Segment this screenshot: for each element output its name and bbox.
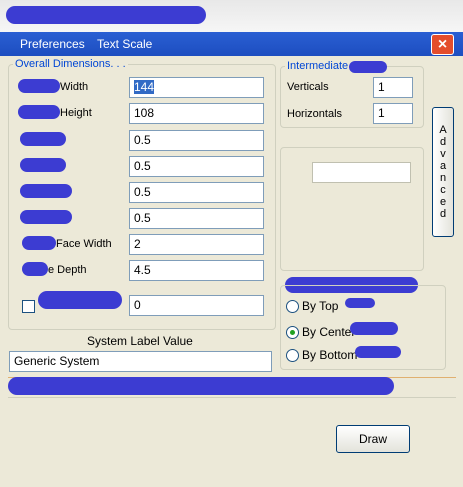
redaction [20,158,66,172]
redaction [20,184,72,198]
redaction [349,61,387,73]
field6-input[interactable]: 0.5 [129,208,264,229]
advanced-letter: d [439,208,447,220]
horizontals-input[interactable]: 1 [373,103,413,124]
by-center-radio[interactable] [286,326,299,339]
advanced-button[interactable]: A d v a n c e d [432,107,454,237]
face-width-input[interactable]: 2 [129,234,264,255]
advanced-letter: c [440,184,446,196]
advanced-letter: v [440,148,446,160]
horizontals-label: Horizontals [287,108,343,120]
redacted-title [6,6,206,24]
menu-preferences[interactable]: Preferences [20,37,85,51]
draw-button[interactable]: Draw [336,425,410,453]
field3-input[interactable]: 0.5 [129,130,264,151]
redaction [22,236,56,250]
field4-input[interactable]: 0.5 [129,156,264,177]
menu-bar: Preferences Text Scale [0,32,463,56]
height-label: Height [60,107,92,119]
verticals-input[interactable]: 1 [373,77,413,98]
intermediate-legend: Intermediate [285,60,351,72]
checkbox-value-input[interactable]: 0 [129,295,264,316]
depth-input[interactable]: 4.5 [129,260,264,281]
redaction [38,291,122,309]
by-top-label[interactable]: By Top [302,299,338,313]
by-center-label[interactable]: By Center [302,325,355,339]
face-width-label: Face Width [56,238,112,250]
redaction [22,262,48,276]
overall-dimensions-legend: Overall Dimensions. . . [13,58,128,70]
depth-label: e Depth [48,264,87,276]
close-button[interactable]: × [431,34,454,55]
field5-input[interactable]: 0.5 [129,182,264,203]
advanced-letter: A [439,124,447,136]
by-bottom-radio[interactable] [286,349,299,362]
middle-input[interactable] [312,162,411,183]
redaction [20,210,72,224]
advanced-letter: e [439,196,447,208]
advanced-letter: d [439,136,447,148]
advanced-letter: a [439,160,447,172]
redaction [18,105,60,119]
redaction [8,377,394,395]
width-input[interactable]: 144 [129,77,264,98]
close-icon: × [437,36,448,53]
height-input[interactable]: 108 [129,103,264,124]
redaction [345,298,375,308]
redaction [18,79,60,93]
redaction [20,132,66,146]
menu-text-scale[interactable]: Text Scale [97,37,152,51]
redaction [355,346,401,358]
verticals-label: Verticals [287,81,329,93]
by-bottom-label[interactable]: By Bottom [302,348,357,362]
advanced-letter: n [439,172,447,184]
system-label-caption: System Label Value [87,334,193,348]
redaction [350,322,398,335]
by-top-radio[interactable] [286,300,299,313]
option-checkbox[interactable] [22,300,35,313]
width-label: Width [60,81,89,93]
system-label-input[interactable]: Generic System [9,351,272,372]
